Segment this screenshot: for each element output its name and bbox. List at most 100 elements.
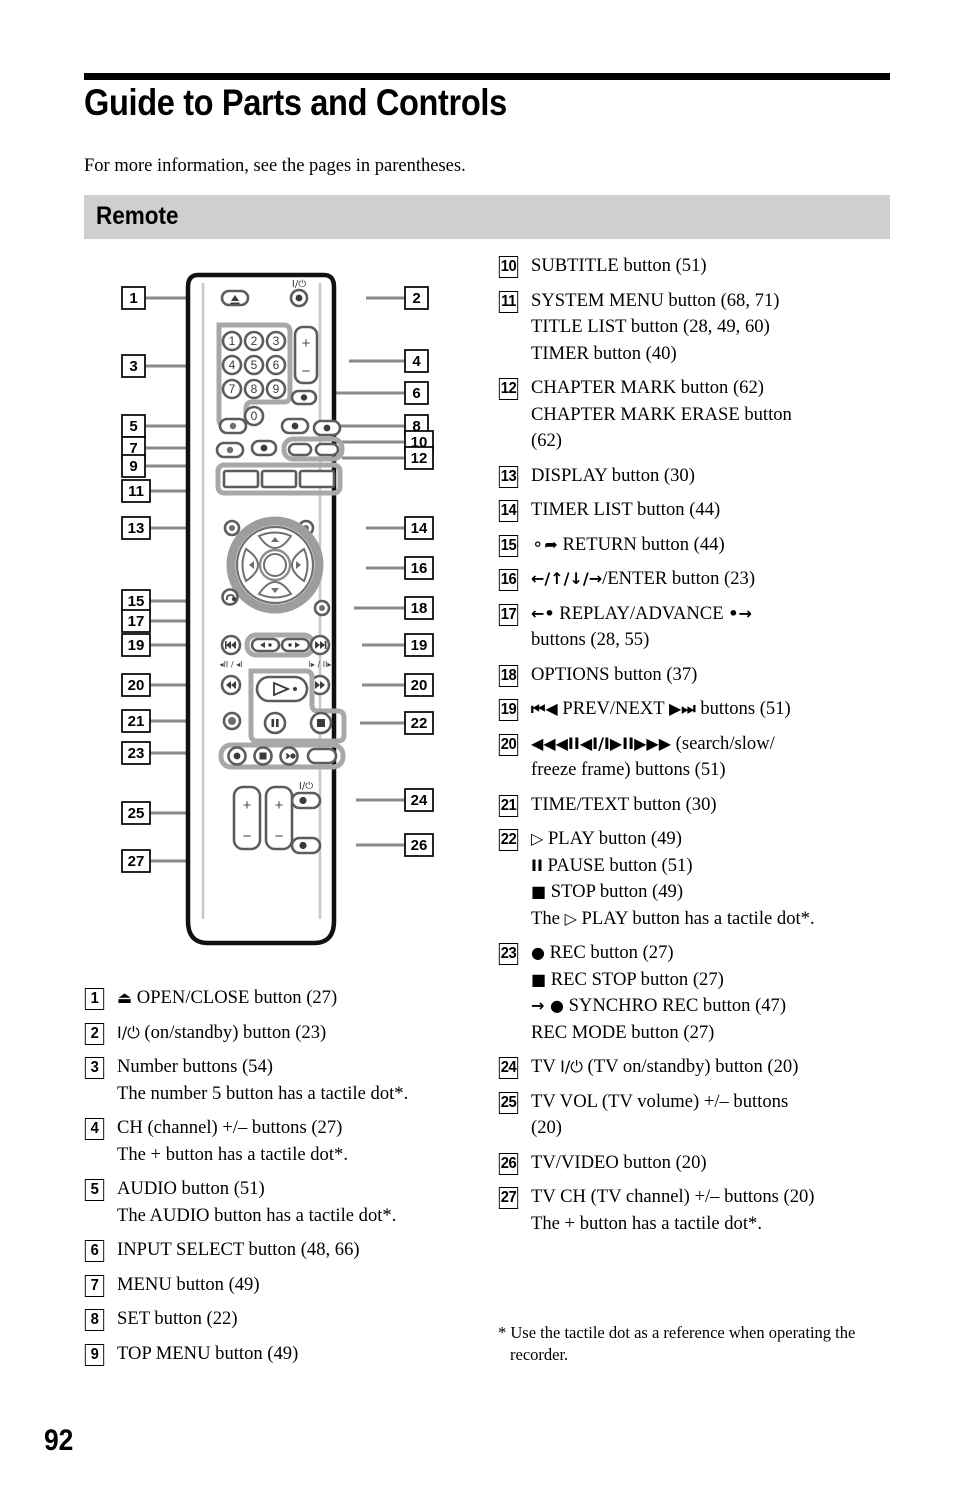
inline-symbol-icon: ▷ [531, 829, 544, 848]
parts-list-item-text: DISPLAY button (30) [531, 463, 894, 490]
inline-text: AUDIO button (51) [117, 1178, 265, 1199]
callout-number-badge: 18 [498, 664, 519, 687]
callout-13: 13 [121, 516, 151, 540]
svg-text:1: 1 [129, 290, 137, 307]
parts-list-line: The number 5 button has a tactile dot*. [117, 1081, 474, 1108]
inline-symbol-icon: ● [531, 943, 545, 962]
menu-button[interactable] [250, 439, 278, 457]
parts-list-item: 17 ←• REPLAY/ADVANCE •→ buttons (28, 55) [498, 601, 894, 654]
set-button[interactable] [280, 417, 310, 435]
svg-text:−: − [243, 828, 252, 845]
options-button[interactable] [313, 599, 331, 617]
callout-6: 6 [404, 381, 429, 405]
parts-list-item: 11 SYSTEM MENU button (68, 71) TITLE LIST … [498, 288, 894, 368]
time-text-button[interactable] [222, 711, 242, 731]
inline-text: OPTIONS button (37) [531, 663, 698, 685]
tv-channel-rocker[interactable]: + − [264, 785, 294, 851]
inline-text: OPEN/CLOSE button (27) [132, 987, 338, 1008]
parts-list-right: 10 SUBTITLE button (51) 11 SYSTEM MENU butt… [498, 253, 894, 1245]
inline-text: Number buttons (54) [117, 1056, 273, 1077]
parts-list-item: 3 Number buttons (54) The number 5 button … [84, 1054, 474, 1107]
svg-text:22: 22 [411, 715, 428, 732]
parts-list-line: ⏏ OPEN/CLOSE button (27) [117, 985, 474, 1012]
parts-list-item-text: ←• REPLAY/ADVANCE •→ buttons (28, 55) [531, 601, 894, 654]
inline-symbol-icon: ←/↑/↓/→ [531, 569, 603, 588]
parts-list-item-text: TV VOL (TV volume) +/– buttons (20) [531, 1089, 894, 1142]
svg-text:+: + [243, 797, 252, 814]
svg-text:26: 26 [411, 837, 428, 854]
parts-list-line: Number buttons (54) [117, 1054, 474, 1081]
inline-symbol-icon: ▶⏭ [668, 699, 696, 718]
callout-20-right: 20 [404, 673, 434, 697]
parts-list-item: 15 ⚬➦ RETURN button (44) [498, 532, 894, 559]
return-button[interactable] [221, 588, 239, 606]
tv-video-button[interactable] [290, 836, 322, 855]
parts-list-line: CHAPTER MARK button (62) [531, 375, 894, 402]
parts-list-line: TV VOL (TV volume) +/– buttons [531, 1089, 894, 1116]
callout-18: 18 [404, 596, 434, 620]
parts-list-line: TV CH (TV channel) +/– buttons (20) [531, 1184, 894, 1211]
title-rule [84, 73, 890, 80]
parts-list-item: 22 ▷ PLAY button (49) II PAUSE button (51)… [498, 826, 894, 932]
prev-button[interactable] [220, 634, 242, 656]
inline-text: SET button (22) [117, 1308, 238, 1329]
callout-number-badge: 14 [498, 500, 519, 522]
svg-text:8: 8 [251, 382, 258, 396]
callout-number-badge: 21 [498, 794, 519, 817]
inline-text: The + button has a tactile dot*. [531, 1212, 762, 1234]
inline-text: SUBTITLE button (51) [531, 255, 707, 276]
display-button[interactable] [223, 519, 241, 537]
parts-list-line: SET button (22) [117, 1306, 474, 1333]
callout-14: 14 [404, 516, 434, 540]
inline-text: The AUDIO button has a tactile dot*. [117, 1204, 397, 1226]
inline-text: TIMER button (40) [531, 342, 677, 364]
svg-text:6: 6 [273, 358, 280, 372]
callout-17: 17 [121, 609, 151, 633]
tv-volume-rocker[interactable]: + − [232, 785, 262, 851]
inline-text: TIMER LIST button (44) [531, 499, 721, 520]
inline-symbol-icon: ⏏ [117, 988, 133, 1007]
parts-list-item-text: CH (channel) +/– buttons (27) The + butto… [117, 1115, 474, 1168]
pause-button [263, 711, 287, 735]
svg-text:23: 23 [128, 745, 145, 762]
svg-text:21: 21 [128, 713, 145, 730]
search-reverse-button[interactable] [220, 674, 242, 696]
svg-text:5: 5 [251, 358, 258, 372]
inline-symbol-icon: ⚬➦ [531, 534, 558, 554]
channel-rocker-button[interactable]: + − [293, 325, 319, 385]
inline-text: SYSTEM MENU button (68, 71) [531, 289, 780, 311]
power-on-standby-button[interactable]: I/⏻ [289, 279, 309, 308]
svg-text:4: 4 [412, 353, 421, 370]
inline-symbol-icon: ←• [531, 603, 555, 623]
remote-diagram: .ln { stroke:#8a8a8a; stroke-width:3; fi… [84, 253, 474, 963]
parts-list-item-text: TV I/⏻ (TV on/standby) button (20) [531, 1054, 894, 1081]
parts-list-item-text: I/⏻ (on/standby) button (23) [117, 1020, 474, 1047]
rec-mode-button [306, 747, 338, 765]
parts-list-item: 26 TV/VIDEO button (20) [498, 1150, 894, 1177]
parts-list-item-text: TIMER LIST button (44) [531, 497, 894, 524]
audio-button[interactable] [218, 417, 248, 435]
inline-symbol-icon: I/⏻ [560, 1057, 583, 1076]
svg-text:12: 12 [411, 450, 428, 467]
svg-text:9: 9 [273, 382, 280, 396]
inline-text: INPUT SELECT button (48, 66) [117, 1239, 360, 1260]
inline-symbol-icon: → ● [531, 996, 564, 1015]
open-close-button[interactable] [220, 289, 250, 307]
direction-pad-enter[interactable] [226, 516, 324, 614]
input-select-button[interactable] [290, 389, 318, 406]
inline-symbol-icon: ▷ [564, 908, 577, 928]
svg-text:16: 16 [411, 560, 428, 577]
svg-text:9: 9 [129, 458, 137, 475]
parts-list-line: ⚬➦ RETURN button (44) [531, 532, 894, 559]
subtitle-button[interactable] [312, 419, 342, 437]
callout-23: 23 [121, 741, 151, 765]
parts-list-item-text: ● REC button (27) ■ REC STOP button (27) →… [531, 940, 894, 1046]
parts-list-item: 19 ⏮◀ PREV/NEXT ▶⏭ buttons (51) [498, 696, 894, 723]
next-button[interactable] [309, 634, 331, 656]
callout-number-badge: 26 [498, 1152, 519, 1175]
section-header-bar: Remote [84, 195, 890, 239]
top-menu-button[interactable] [215, 441, 245, 459]
callout-number-badge: 16 [498, 569, 519, 591]
parts-list-line: ⏮◀ PREV/NEXT ▶⏭ buttons (51) [531, 696, 894, 723]
parts-list-item: 12 CHAPTER MARK button (62) CHAPTER MARK E… [498, 375, 894, 455]
